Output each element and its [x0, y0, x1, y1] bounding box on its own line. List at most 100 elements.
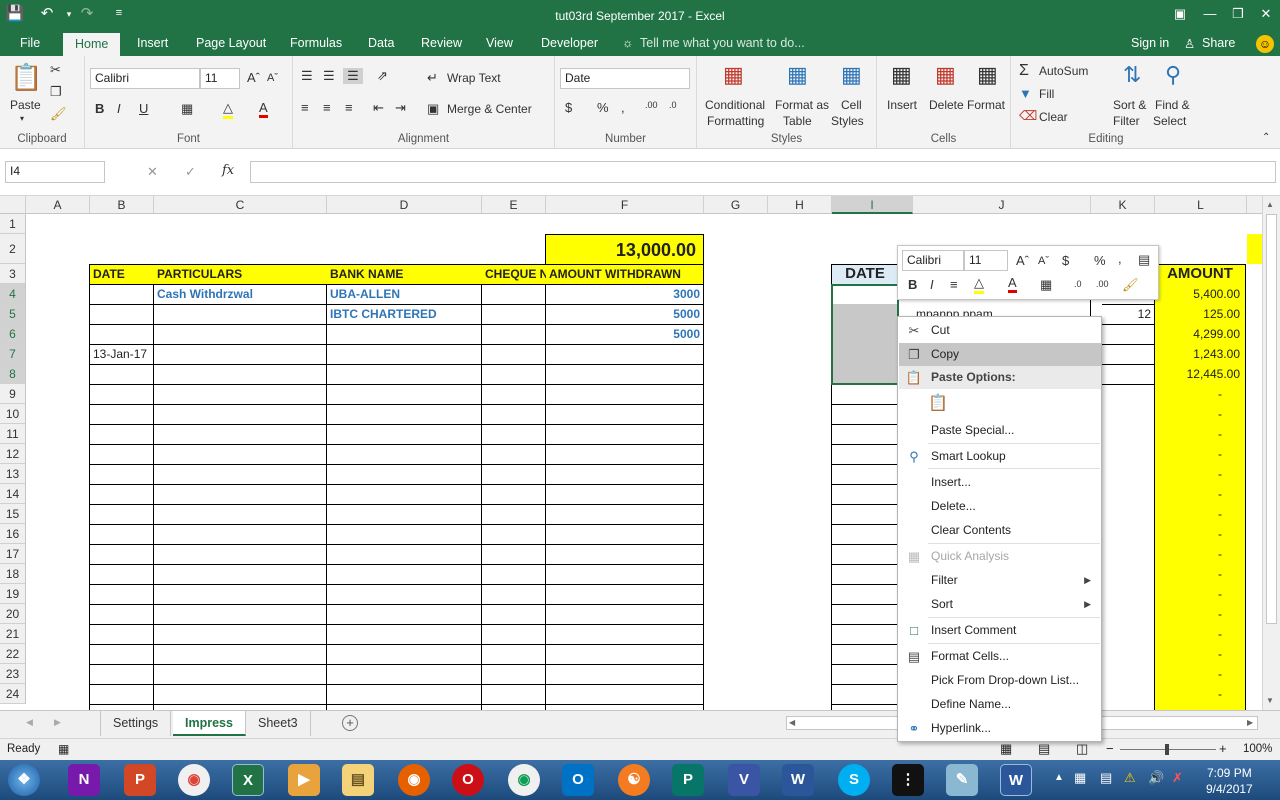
- sort-filter-line2[interactable]: Filter: [1113, 114, 1140, 128]
- battery-tray-icon[interactable]: ✗: [1172, 770, 1183, 786]
- dash-cell[interactable]: -: [1155, 585, 1225, 604]
- tab-view[interactable]: View: [486, 36, 513, 50]
- amount-value-cell[interactable]: 5,400.00: [1155, 285, 1243, 304]
- name-box[interactable]: I4: [5, 161, 105, 183]
- tab-file[interactable]: File: [20, 36, 40, 50]
- outlook-icon[interactable]: O: [562, 764, 594, 796]
- format-as-table-line2[interactable]: Table: [783, 114, 812, 128]
- dash-cell[interactable]: -: [1155, 665, 1225, 684]
- mini-comma-icon[interactable]: ,: [1118, 251, 1122, 266]
- mini-format-painter-icon[interactable]: 🖌: [1122, 277, 1139, 293]
- project-icon[interactable]: P: [672, 764, 704, 796]
- date-cell[interactable]: 13-Jan-17: [90, 345, 154, 364]
- amount-value-cell[interactable]: 4,299.00: [1155, 325, 1243, 344]
- header-amount-withdrawn[interactable]: AMOUNT WITHDRAWN: [546, 265, 704, 284]
- page-break-view-icon[interactable]: ◫: [1076, 741, 1088, 757]
- menu-pick-from-list[interactable]: Pick From Drop-down List...: [899, 669, 1101, 692]
- warning-tray-icon[interactable]: ⚠: [1124, 770, 1136, 786]
- minimize-icon[interactable]: —: [1196, 3, 1224, 25]
- header-bank-name[interactable]: BANK NAME: [327, 265, 481, 284]
- menu-copy[interactable]: ❐ Copy: [899, 343, 1101, 366]
- next-sheet-icon[interactable]: ▶: [54, 717, 61, 728]
- menu-paste-special[interactable]: Paste Special...: [899, 419, 1101, 442]
- restore-icon[interactable]: ❐: [1224, 3, 1252, 25]
- conditional-formatting-line2[interactable]: Formatting: [707, 114, 764, 128]
- sheet-tab-sheet3[interactable]: Sheet3: [246, 711, 311, 736]
- close-icon[interactable]: ✕: [1252, 3, 1280, 25]
- clock-date[interactable]: 9/4/2017: [1206, 782, 1253, 796]
- collapse-ribbon-icon[interactable]: ⌃: [1262, 132, 1270, 143]
- enter-formula-icon[interactable]: ✓: [185, 164, 196, 180]
- cancel-formula-icon[interactable]: ✕: [147, 164, 158, 180]
- menu-smart-lookup[interactable]: ⚲ Smart Lookup: [899, 445, 1101, 468]
- font-color-icon[interactable]: A: [259, 100, 268, 118]
- dash-cell[interactable]: -: [1155, 385, 1225, 404]
- prev-sheet-icon[interactable]: ◀: [26, 717, 33, 728]
- amount-cell[interactable]: 5000: [546, 305, 703, 324]
- percent-icon[interactable]: %: [597, 100, 609, 115]
- decrease-decimal-icon[interactable]: .0: [669, 100, 677, 110]
- formula-input[interactable]: [250, 161, 1276, 183]
- page-layout-view-icon[interactable]: ▤: [1038, 741, 1050, 757]
- mini-font-color-icon[interactable]: A: [1008, 275, 1017, 293]
- font-name-box[interactable]: Calibri: [90, 68, 200, 89]
- menu-filter[interactable]: Filter ▶: [899, 569, 1101, 592]
- bottom-align-icon[interactable]: ☰: [343, 68, 363, 84]
- fill-button[interactable]: Fill: [1039, 87, 1054, 101]
- volume-tray-icon[interactable]: 🔊: [1148, 770, 1164, 786]
- italic-icon[interactable]: I: [117, 101, 121, 116]
- amount-value-cell[interactable]: 12,445.00: [1155, 365, 1243, 384]
- chrome-icon[interactable]: ◉: [178, 764, 210, 796]
- mini-bold-icon[interactable]: B: [908, 277, 917, 292]
- conditional-formatting-line1[interactable]: Conditional: [705, 98, 765, 112]
- mini-italic-icon[interactable]: I: [930, 277, 934, 292]
- excel-icon[interactable]: X: [232, 764, 264, 796]
- tab-formulas[interactable]: Formulas: [290, 36, 342, 50]
- vertical-scroll-thumb[interactable]: [1266, 214, 1277, 624]
- dash-cell[interactable]: -: [1155, 605, 1225, 624]
- scroll-up-icon[interactable]: ▲: [1266, 200, 1274, 209]
- dash-cell[interactable]: -: [1155, 405, 1225, 424]
- uc-browser-icon[interactable]: ☯: [618, 764, 650, 796]
- mini-decrease-decimal-icon[interactable]: .00: [1096, 279, 1109, 289]
- dash-cell[interactable]: -: [1155, 625, 1225, 644]
- chrome-canary-icon[interactable]: ◉: [508, 764, 540, 796]
- new-sheet-icon[interactable]: +: [342, 715, 358, 731]
- menu-sort[interactable]: Sort ▶: [899, 593, 1101, 616]
- amount-value-cell[interactable]: 1,243.00: [1155, 345, 1243, 364]
- tab-developer[interactable]: Developer: [541, 36, 598, 50]
- amount-cell[interactable]: 3000: [546, 285, 703, 304]
- dash-cell[interactable]: -: [1155, 465, 1225, 484]
- top-align-icon[interactable]: ☰: [301, 68, 313, 84]
- header-cheque[interactable]: CHEQUE N: [482, 265, 546, 284]
- clock-time[interactable]: 7:09 PM: [1207, 766, 1252, 780]
- zoom-slider-thumb[interactable]: [1165, 744, 1169, 755]
- sheet-tab-impress[interactable]: Impress: [173, 711, 246, 736]
- share-button[interactable]: Share: [1202, 36, 1235, 50]
- format-cells-button[interactable]: Format: [967, 98, 1005, 112]
- fill-color-icon[interactable]: △: [223, 100, 233, 119]
- dash-cell[interactable]: -: [1155, 545, 1225, 564]
- increase-indent-icon[interactable]: ⇥: [395, 100, 406, 116]
- menu-insert-comment[interactable]: □ Insert Comment: [899, 619, 1101, 642]
- dash-cell[interactable]: -: [1155, 445, 1225, 464]
- bank-name-cell[interactable]: UBA-ALLEN: [327, 285, 481, 304]
- dash-cell[interactable]: -: [1155, 505, 1225, 524]
- particulars-cell[interactable]: Cash Withdrzwal: [154, 285, 326, 304]
- menu-insert[interactable]: Insert...: [899, 471, 1101, 494]
- menu-define-name[interactable]: Define Name...: [899, 693, 1101, 716]
- tab-home[interactable]: Home: [63, 33, 121, 56]
- menu-hyperlink[interactable]: ⚭ Hyperlink...: [899, 717, 1101, 740]
- align-center-icon[interactable]: ≡: [323, 100, 331, 115]
- increase-font-icon[interactable]: Aˆ: [247, 70, 260, 85]
- mini-align-icon[interactable]: ≡: [950, 277, 958, 292]
- scroll-left-icon[interactable]: ◀: [789, 718, 795, 727]
- mini-font-size[interactable]: 11: [964, 250, 1008, 271]
- tab-data[interactable]: Data: [368, 36, 394, 50]
- cell-styles-line1[interactable]: Cell: [841, 98, 862, 112]
- network-tray-icon[interactable]: ▦: [1074, 770, 1086, 786]
- skype-icon[interactable]: S: [838, 764, 870, 796]
- dash-cell[interactable]: -: [1155, 485, 1225, 504]
- cut-icon[interactable]: ✂: [50, 62, 61, 78]
- mini-increase-decimal-icon[interactable]: .0: [1074, 279, 1082, 289]
